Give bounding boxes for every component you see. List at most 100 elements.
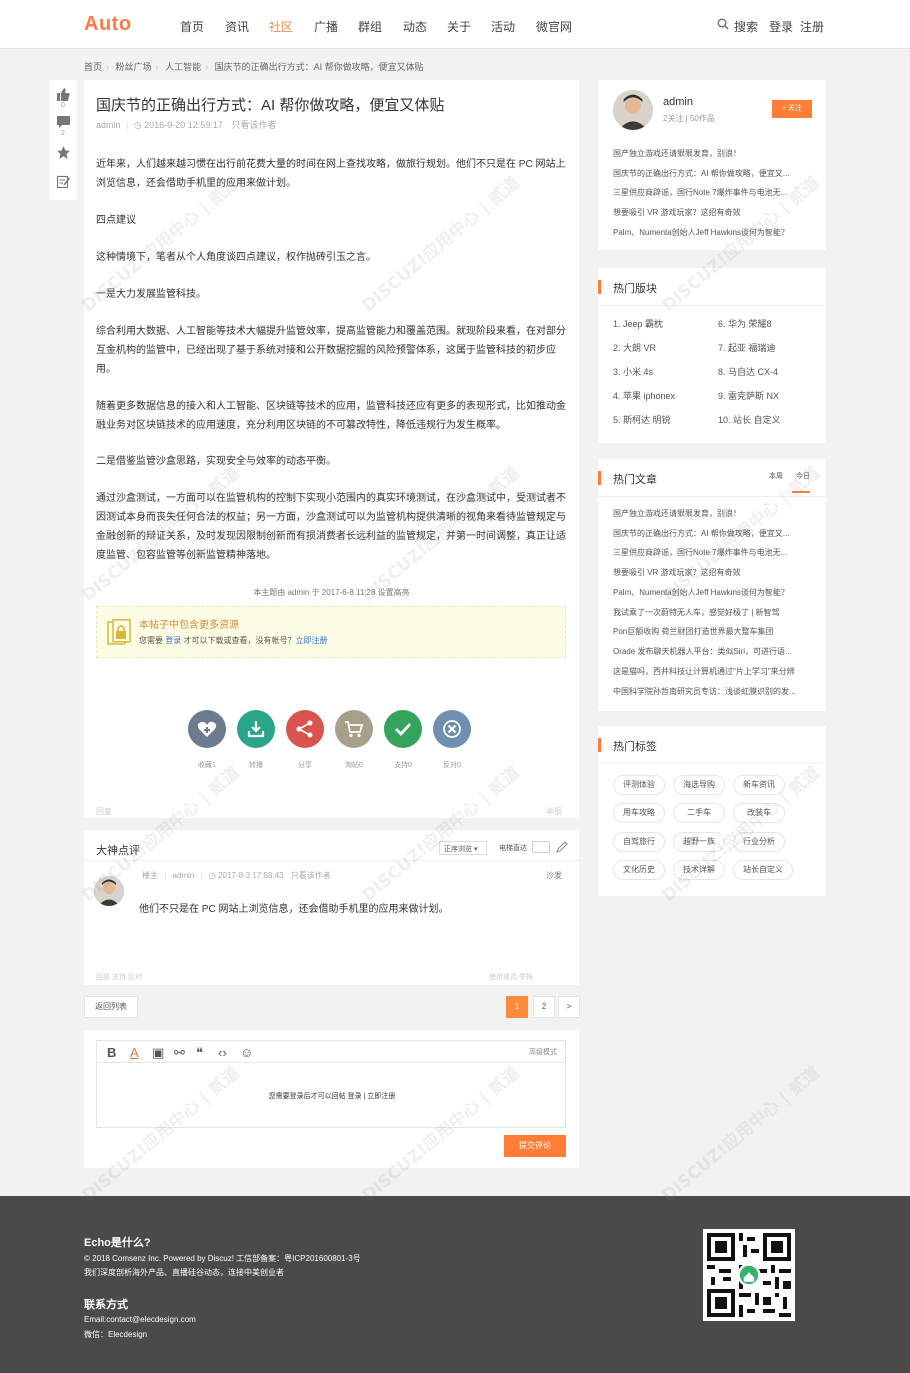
list-item[interactable]: 这是猫吗，西井科技让计算机通过"片上学习"来分辨 [613, 666, 813, 677]
tab-week[interactable]: 本周 [769, 471, 783, 481]
list-item[interactable]: Orade 发布聊天机器人平台：类似Siri，可进行语... [613, 646, 813, 657]
share-button[interactable] [286, 710, 324, 748]
list-item[interactable]: 想要吸引 VR 游戏玩家？这招有奇效 [613, 207, 813, 218]
search-link[interactable]: 搜索 [734, 18, 758, 35]
notice-register-link[interactable]: 立即注册 [295, 636, 327, 645]
tag-chip[interactable]: 新车资讯 [733, 775, 785, 795]
font-color-icon[interactable]: A [130, 1045, 139, 1060]
notice-login-link[interactable]: 登录 [165, 636, 181, 645]
tag-chip[interactable]: 技术详解 [673, 860, 725, 880]
list-item[interactable]: 7. 起亚 福瑞迪 [718, 341, 776, 354]
favorite-button[interactable] [188, 710, 226, 748]
nav-mini-site[interactable]: 微官网 [536, 18, 572, 35]
site-logo[interactable]: Auto [84, 13, 132, 36]
next-page-button[interactable]: > [558, 996, 580, 1018]
thumbs-up-icon[interactable] [57, 88, 70, 101]
login-link[interactable]: 登录 [769, 18, 793, 35]
oppose-button[interactable] [433, 710, 471, 748]
repost-label: 转播 [249, 762, 263, 769]
star-icon[interactable] [57, 146, 70, 159]
back-to-list-button[interactable]: 返回列表 [84, 996, 138, 1018]
avatar[interactable] [613, 90, 653, 130]
list-item[interactable]: 国产独立游戏还请狠狠发育，别浪！ [613, 508, 813, 519]
footer-email[interactable]: Email:contact@elecdesign.com [84, 1315, 196, 1324]
nav-home[interactable]: 首页 [180, 18, 204, 35]
only-author-link[interactable]: 只看该作者 [231, 120, 276, 130]
submit-comment-button[interactable]: 提交评论 [504, 1135, 566, 1157]
edit-icon[interactable] [57, 175, 70, 188]
code-icon[interactable]: ‹› [218, 1045, 227, 1060]
tag-chip[interactable]: 自驾旅行 [613, 832, 665, 852]
only-author-link[interactable]: 只看该作者 [291, 871, 331, 880]
list-item[interactable]: 1. Jeep 霸枕 [613, 317, 663, 330]
list-item[interactable]: 3. 小米 4s [613, 365, 653, 378]
list-item[interactable]: 国庆节的正确出行方式：AI 帮你做攻略，便宜又... [613, 168, 813, 179]
list-item[interactable]: 8. 马自达 CX-4 [718, 365, 778, 378]
breadcrumb-home[interactable]: 首页 [84, 62, 102, 72]
tag-chip[interactable]: 评测体验 [613, 775, 665, 795]
pencil-icon[interactable] [556, 841, 568, 853]
page-1-button[interactable]: 1 [506, 996, 528, 1018]
advanced-mode-link[interactable]: 高级模式 [529, 1047, 557, 1057]
nav-groups[interactable]: 群组 [358, 18, 382, 35]
list-item[interactable]: 中国科学院孙哲南研究员专访：浅谈虹膜识别的发... [613, 686, 813, 697]
page-2-button[interactable]: 2 [533, 996, 555, 1018]
support-button[interactable] [384, 710, 422, 748]
list-item[interactable]: Pon巨额收购 荷兰财团打造世界最大整车集团 [613, 626, 813, 637]
search-icon[interactable] [717, 18, 729, 30]
tag-chip[interactable]: 站长自定义 [733, 860, 793, 880]
comment-author[interactable]: admin [173, 871, 195, 880]
profile-name[interactable]: admin [663, 96, 693, 108]
reply-link[interactable]: 回复 [96, 806, 112, 817]
list-item[interactable]: 国庆节的正确出行方式：AI 帮你做攻略，便宜又... [613, 528, 813, 539]
jump-input[interactable] [532, 841, 550, 853]
tag-chip[interactable]: 行业分析 [733, 832, 785, 852]
register-link[interactable]: 注册 [800, 18, 824, 35]
tag-chip[interactable]: 文化历史 [613, 860, 665, 880]
post-author[interactable]: admin [96, 120, 121, 130]
list-item[interactable]: 三星供应商辟谣，国行Note 7爆炸事件与电池无... [613, 547, 813, 558]
breadcrumb-plaza[interactable]: 粉丝广场 [116, 62, 152, 72]
follow-button[interactable]: + 关注 [772, 100, 812, 118]
tag-chip[interactable]: 二手车 [673, 803, 725, 823]
nav-about[interactable]: 关于 [447, 18, 471, 35]
repost-button[interactable] [237, 710, 275, 748]
tag-chip[interactable]: 改装车 [733, 803, 785, 823]
nav-broadcast[interactable]: 广播 [314, 18, 338, 35]
sort-select[interactable]: 正序浏览 ▾ [439, 841, 487, 855]
list-item[interactable]: Palm、Numenta创始人Jeff Hawkins谈何为智能？ [613, 587, 813, 598]
list-item[interactable]: 5. 斯柯达 明锐 [613, 413, 671, 426]
nav-feed[interactable]: 动态 [403, 18, 427, 35]
image-icon[interactable]: ▣ [152, 1045, 164, 1061]
breadcrumb-ai[interactable]: 人工智能 [165, 62, 201, 72]
bold-icon[interactable]: B [107, 1045, 116, 1060]
list-item[interactable]: 2. 大朗 VR [613, 341, 656, 354]
login-required-message[interactable]: 您需要登录后才可以回帖 登录 | 立即注册 [97, 1091, 567, 1101]
nav-news[interactable]: 资讯 [225, 18, 249, 35]
comment-icon[interactable] [57, 116, 70, 129]
comment-tools[interactable]: 使用道具 举报 [489, 972, 533, 982]
tag-chip[interactable]: 越野一族 [673, 832, 725, 852]
quote-icon[interactable]: ❝ [196, 1045, 203, 1061]
list-item[interactable]: 三星供应商辟谣，国行Note 7爆炸事件与电池无... [613, 187, 813, 198]
avatar[interactable] [94, 876, 124, 906]
tag-chip[interactable]: 用车攻略 [613, 803, 665, 823]
list-item[interactable]: 9. 雷克萨斯 NX [718, 389, 779, 402]
tab-today[interactable]: 今日 [796, 471, 810, 481]
report-link[interactable]: 举报 [546, 806, 562, 817]
comment-actions[interactable]: 回复 支持 反对 [96, 972, 142, 982]
list-item[interactable]: 10. 站长 自定义 [718, 413, 781, 426]
list-item[interactable]: 国产独立游戏还请狠狠发育，别浪！ [613, 148, 813, 159]
list-item[interactable]: 6. 华为 荣耀8 [718, 317, 772, 330]
tag-chip[interactable]: 海选导购 [673, 775, 725, 795]
emoji-icon[interactable]: ☺ [240, 1045, 253, 1060]
nav-events[interactable]: 活动 [491, 18, 515, 35]
collect-button[interactable] [335, 710, 373, 748]
list-item[interactable]: 我试乘了一次蔚特无人车，感觉好极了 | 新智驾 [613, 607, 813, 618]
link-icon[interactable]: ⚯ [174, 1045, 185, 1061]
list-item[interactable]: Palm、Numenta创始人Jeff Hawkins谈何为智能？ [613, 227, 813, 238]
reply-textarea[interactable]: 您需要登录后才可以回帖 登录 | 立即注册 [96, 1062, 566, 1128]
list-item[interactable]: 想要吸引 VR 游戏玩家？这招有奇效 [613, 567, 813, 578]
list-item[interactable]: 4. 苹果 iphonex [613, 389, 675, 402]
nav-community[interactable]: 社区 [269, 18, 293, 35]
